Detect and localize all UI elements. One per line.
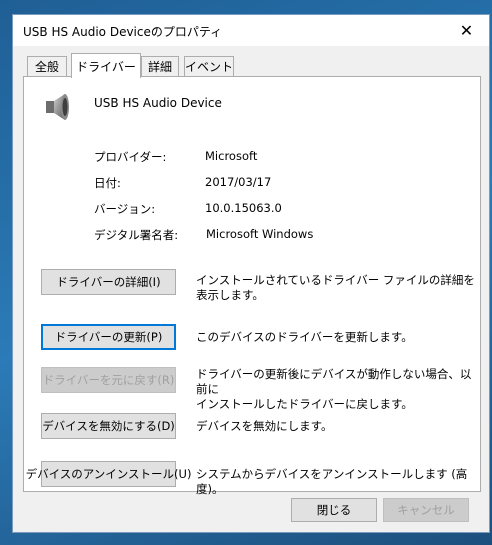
close-button[interactable]: 閉じる	[291, 498, 377, 522]
disable-device-description: デバイスを無効にします。	[196, 419, 333, 433]
tab-events[interactable]: イベント	[184, 56, 234, 76]
driver-details-button[interactable]: ドライバーの詳細(I)	[41, 269, 176, 295]
signer-label: デジタル署名者:	[94, 228, 179, 242]
version-label: バージョン:	[94, 202, 156, 216]
tab-driver[interactable]: ドライバー	[71, 53, 141, 78]
update-driver-button[interactable]: ドライバーの更新(P)	[41, 324, 176, 350]
title-bar[interactable]: USB HS Audio Deviceのプロパティ ✕	[13, 15, 489, 46]
speaker-icon	[46, 94, 69, 120]
driver-details-description: インストールされているドライバー ファイルの詳細を表示します。	[196, 273, 475, 302]
uninstall-device-description: システムからデバイスをアンインストールします (高度)。	[196, 467, 468, 496]
tab-general[interactable]: 全般	[27, 56, 67, 76]
tab-details[interactable]: 詳細	[141, 56, 179, 76]
update-driver-description: このデバイスのドライバーを更新します。	[196, 330, 413, 344]
device-name: USB HS Audio Device	[94, 96, 222, 110]
roll-back-driver-description: ドライバーの更新後にデバイスが動作しない場合、以前に インストールしたドライバー…	[196, 367, 472, 411]
provider-label: プロバイダー:	[94, 150, 167, 164]
properties-dialog: USB HS Audio Deviceのプロパティ ✕ 全般 ドライバー 詳細 …	[12, 14, 490, 533]
signer-value: Microsoft Windows	[206, 227, 314, 241]
window-title: USB HS Audio Deviceのプロパティ	[23, 25, 223, 39]
cancel-button[interactable]: キャンセル	[383, 498, 469, 522]
close-icon[interactable]: ✕	[444, 15, 489, 45]
disable-device-button[interactable]: デバイスを無効にする(D)	[41, 413, 176, 439]
provider-value: Microsoft	[205, 149, 258, 163]
date-value: 2017/03/17	[205, 175, 272, 189]
driver-panel: USB HS Audio Device プロバイダー: Microsoft 日付…	[23, 76, 481, 496]
roll-back-driver-button[interactable]: ドライバーを元に戻す(R)	[41, 367, 176, 393]
tab-strip: 全般 ドライバー 詳細 イベント	[23, 53, 481, 78]
version-value: 10.0.15063.0	[205, 201, 282, 215]
date-label: 日付:	[94, 176, 121, 190]
uninstall-device-button[interactable]: デバイスのアンインストール(U)	[26, 461, 191, 487]
